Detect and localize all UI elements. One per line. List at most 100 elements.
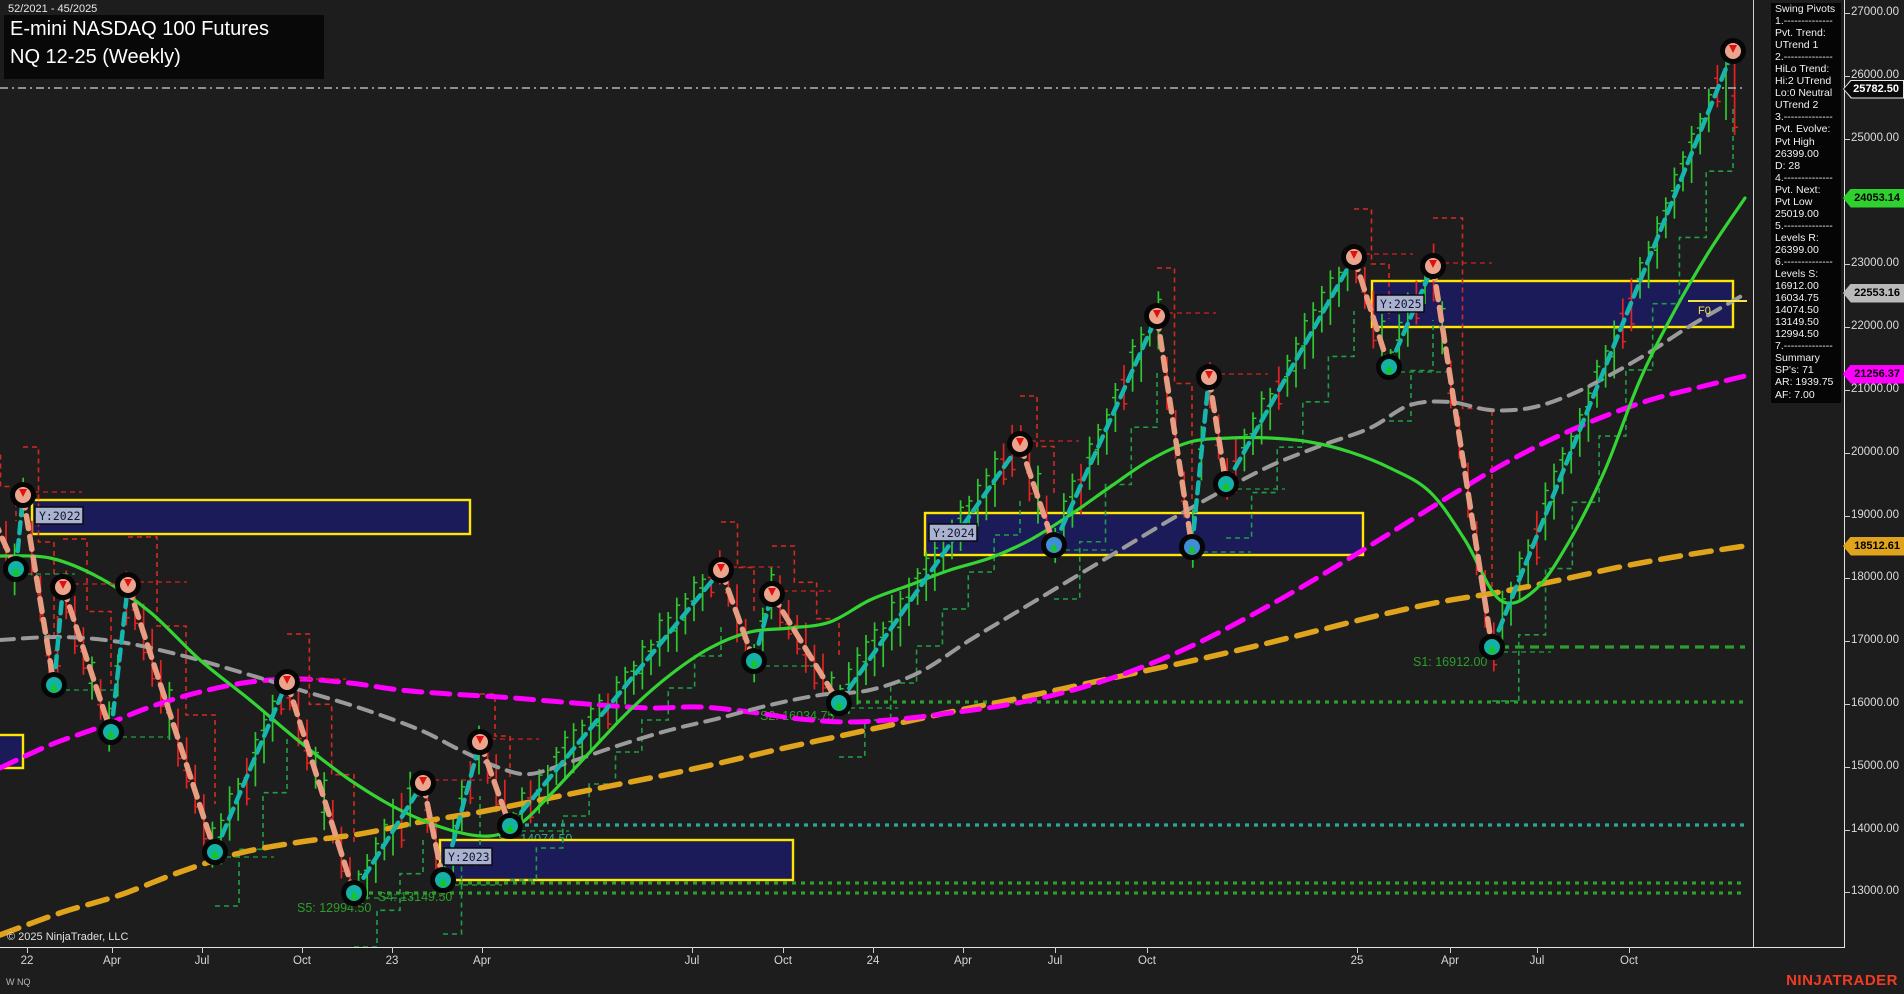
x-tick-label: 25: [1337, 955, 1377, 967]
pivot-tails: [27, 48, 1745, 898]
y-tick-mark: [1844, 578, 1850, 579]
y-tick-label: 26000.00: [1851, 69, 1899, 81]
x-tick-label: Apr: [462, 955, 502, 967]
trail-step-up: [1226, 311, 1354, 538]
pivot-panel-line: 5.--------------: [1775, 220, 1841, 232]
x-tick-label: Jul: [672, 955, 712, 967]
pivot-panel-line: Swing Pivots: [1775, 3, 1841, 15]
pivot-panel-line: Hi:2 UTrend: [1775, 75, 1841, 87]
x-tick-label: Apr: [943, 955, 983, 967]
year-box-y2022: [32, 500, 470, 534]
swing-down-leg: [287, 682, 354, 893]
price-chart-canvas[interactable]: S1: 16912.00S2: 16034.75S3: 14074.50S4: …: [0, 0, 1904, 994]
pivot-panel-line: Pvt. Evolve:: [1775, 123, 1841, 135]
y-tick-mark: [1844, 516, 1850, 517]
y-tick-label: 18000.00: [1851, 571, 1899, 583]
price-marker: 25782.50: [1843, 80, 1904, 99]
x-tick-label: Jul: [182, 955, 222, 967]
year-range-boxes: [0, 281, 1733, 880]
y-tick-label: 16000.00: [1851, 697, 1899, 709]
price-marker: 18512.61: [1843, 537, 1904, 556]
y-tick-label: 20000.00: [1851, 446, 1899, 458]
pivot-panel-line: Pvt. Trend:: [1775, 27, 1841, 39]
x-tick-label: Apr: [92, 955, 132, 967]
year-chip-label: Y:2024: [933, 526, 975, 540]
x-tick-mark: [1537, 947, 1538, 953]
swing-down-leg: [128, 585, 215, 852]
y-tick-mark: [1844, 264, 1850, 265]
fib-f0-label: F0: [1698, 305, 1711, 317]
swing-zigzag: [0, 51, 1733, 893]
y-tick-label: 23000.00: [1851, 257, 1899, 269]
pivot-panel-line: 26399.00: [1775, 148, 1841, 160]
x-tick-mark: [1357, 947, 1358, 953]
trail-step-up: [1492, 105, 1733, 701]
x-tick-label: Oct: [763, 955, 803, 967]
price-marker: 22553.16: [1843, 284, 1904, 303]
instrument-tag: W NQ: [6, 977, 31, 987]
pivot-panel-line: 14074.50: [1775, 304, 1841, 316]
plot-right-border: [1753, 0, 1754, 947]
pivot-panel-line: 16034.75: [1775, 292, 1841, 304]
price-marker-label: 21256.37: [1843, 365, 1904, 384]
x-tick-mark: [783, 947, 784, 953]
y-tick-mark: [1844, 892, 1850, 893]
y-tick-label: 19000.00: [1851, 509, 1899, 521]
y-tick-mark: [1844, 641, 1850, 642]
price-marker-label: 24053.14: [1843, 189, 1904, 208]
y-tick-label: 15000.00: [1851, 760, 1899, 772]
pivot-panel-line: AR: 1939.75: [1775, 376, 1841, 388]
pivot-panel-line: 25019.00: [1775, 208, 1841, 220]
swing-up-leg: [839, 444, 1020, 703]
swing-down-leg: [721, 570, 754, 661]
chart-window: S1: 16912.00S2: 16034.75S3: 14074.50S4: …: [0, 0, 1904, 994]
x-tick-label: 24: [853, 955, 893, 967]
price-marker-label: 18512.61: [1843, 537, 1904, 556]
year-box-y2023: [440, 840, 793, 880]
x-tick-label: Oct: [1609, 955, 1649, 967]
year-chip-label: Y:2023: [448, 850, 490, 864]
pivot-markers: [6, 41, 1744, 904]
x-tick-mark: [392, 947, 393, 953]
x-tick-mark: [1147, 947, 1148, 953]
y-tick-label: 21000.00: [1851, 383, 1899, 395]
pivot-panel-line: Levels S:: [1775, 268, 1841, 280]
swing-up-leg: [215, 682, 287, 852]
pivot-panel-line: HiLo Trend:: [1775, 63, 1841, 75]
x-tick-mark: [302, 947, 303, 953]
pivot-panel-line: 13149.50: [1775, 316, 1841, 328]
x-tick-mark: [482, 947, 483, 953]
support-label-s1: S1: 16912.00: [1413, 655, 1487, 669]
time-axis-line[interactable]: [0, 947, 1845, 948]
pivot-panel-line: D: 28: [1775, 160, 1841, 172]
swing-down-leg: [423, 783, 443, 880]
y-tick-mark: [1844, 453, 1850, 454]
pivot-panel-line: Summary: [1775, 352, 1841, 364]
price-marker-label: 25782.50: [1844, 81, 1903, 98]
swing-down-leg: [772, 594, 839, 703]
swing-down-leg: [1209, 377, 1226, 484]
pivot-panel-line: 1.--------------: [1775, 15, 1841, 27]
x-tick-mark: [1629, 947, 1630, 953]
price-marker-label: 22553.16: [1843, 284, 1904, 303]
y-tick-mark: [1844, 704, 1850, 705]
pivot-panel-line: 6.--------------: [1775, 256, 1841, 268]
chart-title-block: E-mini NASDAQ 100 Futures NQ 12-25 (Week…: [4, 15, 324, 79]
y-tick-label: 14000.00: [1851, 823, 1899, 835]
pivot-panel-line: Lo:0 Neutral: [1775, 87, 1841, 99]
y-tick-mark: [1844, 830, 1850, 831]
y-tick-mark: [1844, 76, 1850, 77]
swing-up-leg: [1492, 51, 1733, 647]
pivot-panel-line: 16912.00: [1775, 280, 1841, 292]
x-tick-mark: [873, 947, 874, 953]
x-tick-label: 22: [7, 955, 47, 967]
y-tick-label: 22000.00: [1851, 320, 1899, 332]
y-tick-label: 25000.00: [1851, 132, 1899, 144]
price-axis-line[interactable]: [1844, 0, 1845, 947]
pivot-panel-line: Pvt. Next:: [1775, 184, 1841, 196]
pivot-panel-line: 4.--------------: [1775, 172, 1841, 184]
x-tick-mark: [1450, 947, 1451, 953]
x-tick-mark: [1055, 947, 1056, 953]
contract-subtitle: NQ 12-25 (Weekly): [10, 46, 181, 69]
x-tick-mark: [27, 947, 28, 953]
